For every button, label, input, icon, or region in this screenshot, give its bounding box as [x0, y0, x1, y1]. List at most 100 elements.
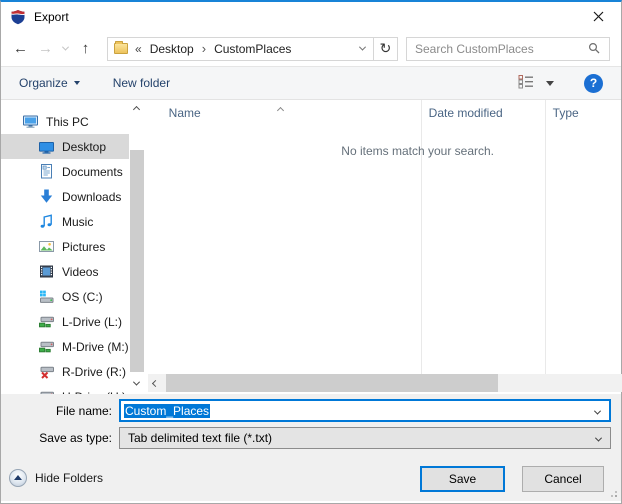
file-name-input[interactable]: Custom_Places: [119, 399, 611, 422]
chevron-down-icon: [358, 43, 366, 51]
file-name-row: File name: Custom_Places: [1, 399, 621, 422]
sidebar-item-l-drive-l[interactable]: L-Drive (L:): [1, 309, 129, 334]
sidebar-item-music[interactable]: Music: [1, 209, 129, 234]
sidebar-scrollbar[interactable]: [128, 100, 145, 394]
pictures-icon: [38, 238, 55, 255]
sidebar-item-downloads[interactable]: Downloads: [1, 184, 129, 209]
sidebar-item-m-drive-m[interactable]: M-Drive (M:): [1, 334, 129, 359]
help-button[interactable]: ?: [584, 73, 603, 93]
sidebar-item-r-drive-r[interactable]: R-Drive (R:): [1, 359, 129, 384]
scroll-up-button[interactable]: [129, 100, 145, 118]
column-header-date-modified[interactable]: Date modified: [421, 100, 545, 126]
sidebar-item-desktop[interactable]: Desktop: [1, 134, 129, 159]
column-header-label: Date modified: [428, 106, 503, 120]
chevron-down-icon: [61, 43, 70, 51]
search-placeholder: Search CustomPlaces: [415, 41, 534, 56]
file-name-value: Custom_Places: [124, 403, 211, 418]
sidebar-item-label: Pictures: [62, 239, 106, 254]
cancel-button[interactable]: Cancel: [522, 466, 604, 492]
sidebar-item-videos[interactable]: Videos: [1, 259, 129, 284]
videos-icon: [38, 263, 55, 280]
back-button[interactable]: ←: [8, 36, 33, 62]
sidebar-item-label: R-Drive (R:): [62, 364, 126, 379]
horizontal-scrollbar[interactable]: [147, 374, 622, 392]
breadcrumb-overflow[interactable]: «: [135, 42, 142, 56]
column-divider[interactable]: [420, 100, 422, 374]
sidebar-item-os-c[interactable]: OS (C:): [1, 284, 129, 309]
sidebar-item-label: M-Drive (M:): [62, 339, 129, 354]
sidebar-items: This PC Desktop Documents Downloads Music Pic…: [1, 109, 145, 409]
save-as-type-label: Save as type:: [39, 431, 112, 445]
column-header-name[interactable]: Name: [145, 100, 421, 126]
navigation-pane: This PC Desktop Documents Downloads Music Pic…: [1, 100, 145, 404]
sidebar-item-label: This PC: [46, 114, 89, 129]
hide-folders-label: Hide Folders: [35, 471, 104, 485]
export-dialog: Export ← → ↑ « Desktop › CustomPlaces ↻ …: [0, 0, 622, 504]
breadcrumb-separator-icon[interactable]: ›: [202, 41, 206, 56]
sidebar-item-documents[interactable]: Documents: [1, 159, 129, 184]
sidebar-item-this-pc[interactable]: This PC: [1, 109, 129, 134]
chevron-down-icon: [593, 407, 602, 415]
command-toolbar: Organize New folder ?: [1, 67, 621, 100]
address-dropdown-button[interactable]: [351, 43, 373, 51]
sidebar-item-pictures[interactable]: Pictures: [1, 234, 129, 259]
triangle-up-icon: [14, 475, 22, 480]
os-drive-icon: [38, 288, 55, 305]
new-folder-label: New folder: [112, 76, 171, 90]
chevron-up-icon: [276, 106, 284, 115]
scrollbar-thumb[interactable]: [165, 374, 498, 392]
resize-grip[interactable]: [609, 489, 617, 497]
column-divider[interactable]: [544, 100, 546, 374]
window-title: Export: [34, 9, 69, 24]
save-as-type-select[interactable]: Tab delimited text file (*.txt): [119, 427, 611, 449]
search-input[interactable]: Search CustomPlaces: [406, 36, 610, 61]
file-list-pane: Name Date modified Type No items match you…: [145, 100, 622, 394]
organize-button[interactable]: Organize: [19, 76, 80, 90]
recent-locations-button[interactable]: [58, 36, 73, 62]
chevron-down-icon: [73, 81, 80, 85]
scroll-left-button[interactable]: [147, 374, 164, 392]
new-folder-button[interactable]: New folder: [113, 76, 170, 90]
scrollbar-thumb[interactable]: [129, 150, 144, 372]
column-header-type[interactable]: Type: [545, 100, 622, 126]
breadcrumb-desktop[interactable]: Desktop: [150, 42, 194, 56]
refresh-button[interactable]: ↻: [373, 36, 397, 61]
save-as-type-dropdown-button[interactable]: [594, 431, 603, 445]
scroll-down-button[interactable]: [129, 374, 145, 392]
titlebar: Export: [1, 2, 621, 31]
chevron-down-icon: [133, 378, 141, 386]
list-header: Name Date modified Type: [145, 100, 622, 126]
sidebar-item-label: Documents: [62, 164, 123, 179]
documents-icon: [38, 163, 55, 180]
save-as-type-value: Tab delimited text file (*.txt): [128, 431, 273, 445]
app-shield-icon: [10, 9, 26, 25]
sort-ascending-icon[interactable]: [276, 102, 284, 116]
forward-button[interactable]: →: [33, 36, 58, 62]
details-view-icon[interactable]: [518, 74, 534, 92]
hide-folders-button[interactable]: Hide Folders: [9, 469, 103, 487]
close-button[interactable]: [576, 2, 621, 31]
network-drive-icon: [38, 313, 55, 330]
views-dropdown-button[interactable]: [546, 80, 554, 86]
disconnected-drive-icon: [38, 363, 55, 380]
address-bar[interactable]: « Desktop › CustomPlaces ↻: [107, 36, 398, 61]
dialog-footer: File name: Custom_Places Save as type: T…: [1, 394, 621, 501]
navigation-bar: ← → ↑ « Desktop › CustomPlaces ↻ Search …: [1, 31, 621, 67]
sidebar-item-label: Videos: [62, 264, 99, 279]
file-name-label: File name:: [55, 403, 112, 418]
folder-icon: [114, 41, 128, 54]
sidebar-item-label: OS (C:): [62, 289, 103, 304]
save-as-type-row: Save as type: Tab delimited text file (*…: [1, 427, 621, 449]
empty-message: No items match your search.: [341, 144, 495, 158]
breadcrumb-customplaces[interactable]: CustomPlaces: [214, 42, 291, 56]
save-button[interactable]: Save: [420, 466, 505, 492]
column-header-label: Name: [168, 106, 201, 120]
toolbar-right-group: ?: [518, 73, 603, 93]
chevron-left-icon: [152, 379, 160, 387]
column-header-label: Type: [552, 106, 579, 120]
collapse-circle-icon: [9, 469, 27, 487]
chevron-down-icon: [594, 434, 603, 442]
sidebar-item-label: Desktop: [62, 139, 107, 154]
file-name-dropdown-button[interactable]: [593, 404, 602, 418]
up-button[interactable]: ↑: [73, 36, 98, 62]
